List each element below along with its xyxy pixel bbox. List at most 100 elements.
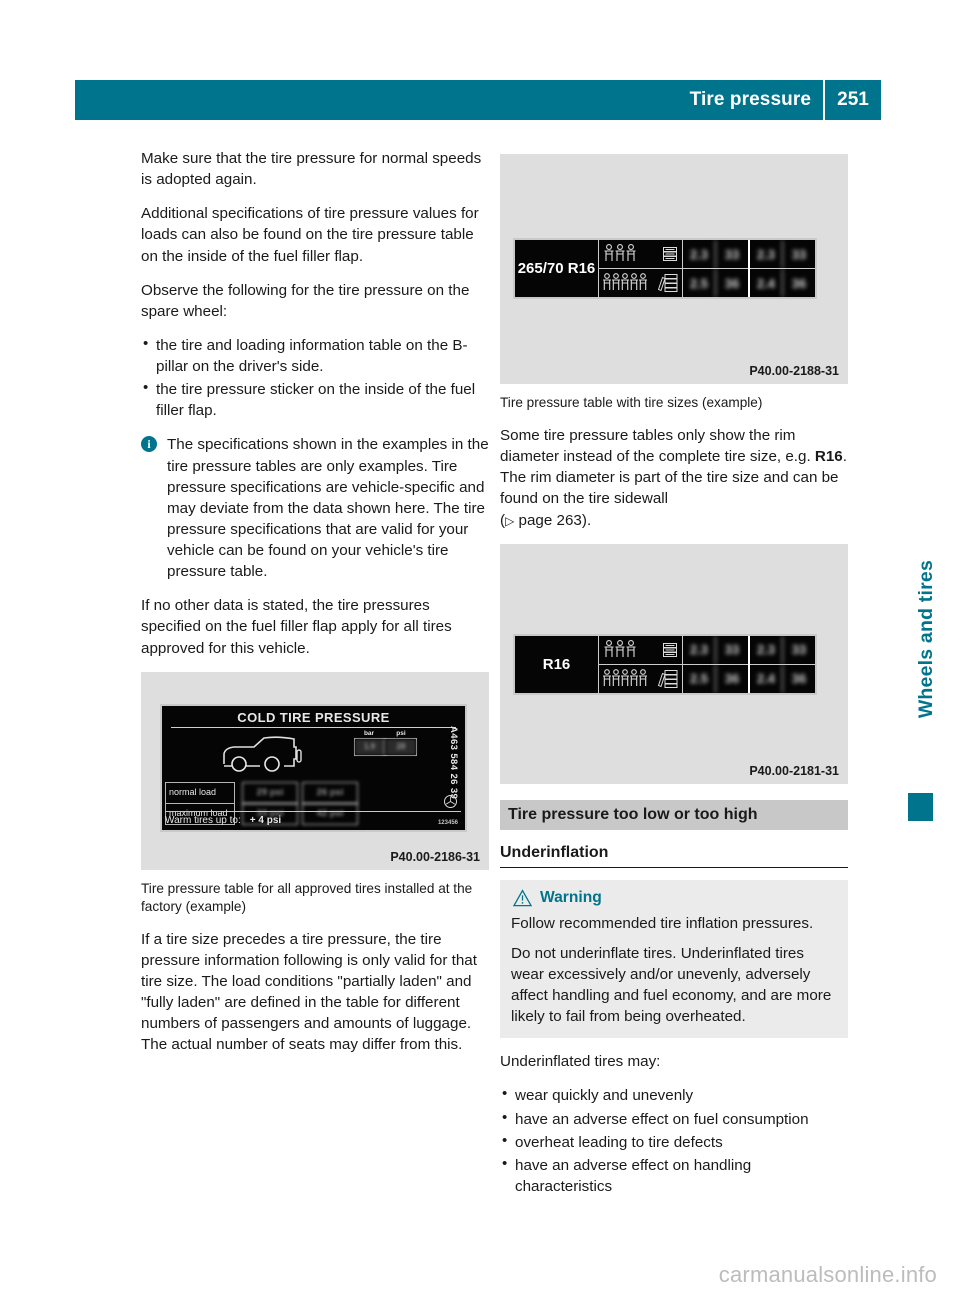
list-item: overheat leading to tire defects — [500, 1131, 848, 1153]
unit-value-row: 1.9 28 — [354, 737, 417, 756]
occupancy-row-fully-laden — [599, 268, 682, 297]
pressure-group-rear: 2.3 33 2.4 36 — [748, 635, 815, 693]
info-icon: i — [141, 436, 157, 453]
warning-title: Warning — [540, 888, 602, 906]
pressure-values: 2.3 33 2.5 36 2.3 33 2.4 36 — [683, 635, 815, 693]
table-cell: 33 — [782, 635, 815, 664]
table-cell: 36 — [782, 269, 815, 297]
table-row: normal load 29 psi 26 psi — [165, 781, 383, 804]
occupancy-row-fully-laden — [599, 663, 682, 693]
figure-cold-tire-pressure-sticker: COLD TIRE PRESSURE bar psi 1.9 28 A463 5… — [141, 671, 489, 870]
five-occupants-icon — [603, 273, 647, 290]
list-item: the tire pressure sticker on the inside … — [141, 378, 489, 421]
table-cell: 29 psi — [242, 781, 298, 804]
pressure-group-rear: 2.3 33 2.4 36 — [748, 240, 815, 297]
paragraph-normal-speeds: Make sure that the tire pressure for nor… — [141, 150, 482, 189]
unit-header-bar: bar — [363, 729, 375, 737]
warm-tires-value: + 4 psi — [249, 814, 282, 826]
spare-wheel-bullet-list: the tire and loading information table o… — [141, 334, 489, 422]
table-cell: 2.4 — [756, 275, 776, 291]
pressure-table-graphic: 265/70 R16 2.3 33 2.5 36 2.3 33 2.4 36 — [513, 238, 817, 299]
section-header-too-low-or-high: Tire pressure too low or too high — [500, 799, 848, 830]
paragraph-rim-diameter: Some tire pressure tables only show the … — [500, 427, 847, 529]
table-row: 2.4 36 — [750, 268, 815, 297]
figure-caption: Tire pressure table with tire sizes (exa… — [500, 395, 763, 410]
row-label-normal-load: normal load — [165, 781, 235, 804]
table-cell: 33 — [782, 240, 815, 268]
info-note: i The specifications shown in the exampl… — [141, 434, 489, 582]
paragraph-additional-specs: Additional specifications of tire pressu… — [141, 205, 479, 265]
occupancy-row-partially-laden — [599, 240, 682, 268]
luggage-stack-icon — [663, 247, 677, 261]
luggage-suitcase-icon — [657, 274, 678, 292]
luggage-stack-icon — [663, 642, 677, 657]
pressure-values: 2.3 33 2.5 36 2.3 33 2.4 36 — [683, 240, 815, 297]
list-item: wear quickly and unevenly — [500, 1084, 848, 1106]
page-number: 251 — [837, 89, 869, 110]
table-row: 2.5 36 — [683, 268, 748, 297]
table-cell: 2.3 — [689, 246, 709, 262]
list-item: the tire and loading information table o… — [141, 334, 489, 377]
unit-header-row: bar psi — [354, 730, 416, 737]
table-row: 2.3 33 — [750, 240, 815, 268]
table-row: 2.5 36 — [683, 663, 748, 693]
figure-tire-pressure-table-rim: R16 2.3 33 2.5 36 2.3 33 2.4 36 P40.00-2… — [500, 543, 848, 784]
table-cell: 36 — [782, 664, 815, 693]
warning-text-1: Follow recommended tire inflation pressu… — [511, 914, 814, 932]
underinflated-effects-list: wear quickly and unevenly have an advers… — [500, 1084, 848, 1197]
side-tab-wheels-and-tires[interactable]: Wheels and tires — [915, 560, 938, 718]
sticker-serial: 123456 — [437, 819, 458, 826]
occupancy-column — [599, 240, 683, 297]
page-title: Tire pressure — [689, 89, 811, 110]
table-cell: 26 psi — [302, 781, 358, 804]
sticker-title: COLD TIRE PRESSURE — [171, 710, 456, 728]
table-cell: 2.5 — [689, 671, 709, 687]
list-item: have an adverse effect on handling chara… — [500, 1154, 848, 1197]
table-cell: 33 — [715, 240, 748, 268]
row-values: 29 psi 26 psi — [242, 781, 362, 804]
side-tab-marker — [908, 793, 933, 821]
table-cell: 2.3 — [756, 246, 776, 262]
table-row: 2.3 33 — [683, 240, 748, 268]
paragraph-spare-wheel-intro: Observe the following for the tire press… — [141, 281, 470, 320]
mercedes-star-icon — [444, 794, 457, 808]
figure-tire-pressure-table-sizes: 265/70 R16 2.3 33 2.5 36 2.3 33 2.4 36 P… — [500, 154, 848, 384]
unit-value-bar: 1.9 — [355, 738, 385, 755]
watermark: carmanualsonline.info — [718, 1262, 937, 1287]
subsection-header-underinflation: Underinflation — [500, 844, 848, 868]
right-column: 265/70 R16 2.3 33 2.5 36 2.3 33 2.4 36 P… — [500, 148, 848, 1210]
table-cell: 33 — [715, 635, 748, 664]
table-cell: 2.5 — [689, 275, 709, 291]
three-occupants-icon — [604, 244, 636, 261]
paragraph-no-other-data: If no other data is stated, the tire pre… — [141, 597, 452, 657]
warm-tires-row: Warm tires up to: + 4 psi — [165, 810, 461, 826]
cross-reference-link[interactable]: page 263 — [519, 512, 582, 529]
figure-caption: Tire pressure table for all approved tir… — [141, 880, 473, 914]
occupancy-row-partially-laden — [599, 636, 682, 664]
table-cell: 36 — [715, 664, 748, 693]
list-item: have an adverse effect on fuel consumpti… — [500, 1108, 848, 1130]
figure-code: P40.00-2186-31 — [390, 849, 480, 864]
table-cell: 2.3 — [756, 642, 776, 658]
table-cell: 36 — [715, 269, 748, 297]
paragraph-underinflated-intro: Underinflated tires may: — [500, 1053, 661, 1071]
paragraph-text-pre: Some tire pressure tables only show the … — [500, 427, 815, 466]
rim-size-label: R16 — [515, 635, 599, 693]
warning-text-2: Do not underinflate tires. Underinflated… — [511, 944, 832, 1026]
occupancy-column — [599, 635, 683, 693]
sticker-part-number: A463 584 26 39 — [448, 725, 459, 799]
three-occupants-icon — [604, 639, 636, 657]
vehicle-outline-icon — [223, 736, 302, 772]
sticker-graphic: COLD TIRE PRESSURE bar psi 1.9 28 A463 5… — [160, 703, 467, 832]
unit-header-psi: psi — [396, 729, 406, 737]
figure-code: P40.00-2181-31 — [749, 763, 839, 778]
pressure-group-front: 2.3 33 2.5 36 — [683, 635, 748, 693]
table-cell: 2.4 — [756, 671, 776, 687]
pressure-table-graphic: R16 2.3 33 2.5 36 2.3 33 2.4 36 — [513, 633, 817, 695]
page-header-bar: Tire pressure 251 — [75, 80, 881, 120]
rim-size-bold: R16 — [814, 448, 843, 466]
table-row: 2.3 33 — [750, 635, 815, 664]
info-note-text: The specifications shown in the examples… — [167, 436, 489, 581]
unit-value-psi: 28 — [386, 738, 416, 755]
luggage-suitcase-icon — [657, 669, 678, 688]
